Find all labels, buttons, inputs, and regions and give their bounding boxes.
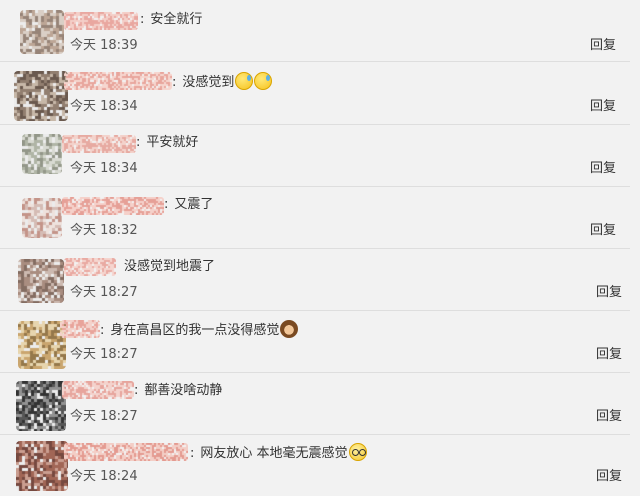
comment-text: : 网友放心 本地毫无震感觉 <box>190 443 367 463</box>
nickname[interactable] <box>60 320 100 338</box>
reply-button[interactable]: 回复 <box>596 284 622 302</box>
reply-button[interactable]: 回复 <box>590 37 616 55</box>
comment-row: 没感觉到地震了 今天 18:27 回复 <box>0 249 630 311</box>
comment-text: : 平安就好 <box>136 135 199 150</box>
comment-text: : 没感觉到 <box>172 72 273 92</box>
comment-row: : 网友放心 本地毫无震感觉 今天 18:24 回复 <box>0 435 630 496</box>
comment-row: : 身在高昌区的我一点没得感觉 今天 18:27 回复 <box>0 311 630 373</box>
avatar[interactable] <box>22 198 62 238</box>
comment-time: 今天 18:24 <box>70 469 138 484</box>
comment-row: : 平安就好 今天 18:34 回复 <box>0 125 630 187</box>
comment-text: : 鄯善没啥动静 <box>134 383 223 398</box>
nickname[interactable] <box>62 197 164 215</box>
reply-button[interactable]: 回复 <box>596 346 622 364</box>
sweat-face-icon <box>235 72 254 90</box>
avatar[interactable] <box>20 10 64 54</box>
comment-time: 今天 18:27 <box>70 285 138 300</box>
avatar[interactable] <box>18 321 66 369</box>
comment-time: 今天 18:34 <box>70 99 138 114</box>
comment-row: : 安全就行 今天 18:39 回复 <box>0 0 630 62</box>
reply-button[interactable]: 回复 <box>590 160 616 178</box>
comment-time: 今天 18:27 <box>70 409 138 424</box>
comment-row: : 又震了 今天 18:32 回复 <box>0 187 630 249</box>
nickname[interactable] <box>62 381 134 399</box>
sweat-face-icon <box>254 72 273 90</box>
avatar[interactable] <box>22 134 62 174</box>
comment-text: : 身在高昌区的我一点没得感觉 <box>100 320 299 340</box>
comment-time: 今天 18:32 <box>70 223 138 238</box>
comment-row: : 鄯善没啥动静 今天 18:27 回复 <box>0 373 630 435</box>
nickname[interactable] <box>64 258 116 276</box>
comment-row: : 没感觉到 今天 18:34 回复 <box>0 63 630 125</box>
see-no-evil-monkey-icon <box>280 320 299 338</box>
nickname[interactable] <box>62 135 136 153</box>
reply-button[interactable]: 回复 <box>596 468 622 486</box>
comment-text: : 又震了 <box>164 197 214 212</box>
comment-time: 今天 18:27 <box>70 347 138 362</box>
nickname[interactable] <box>64 12 138 30</box>
comment-text: : 安全就行 <box>140 12 203 27</box>
scroll-edge <box>630 0 640 496</box>
reply-button[interactable]: 回复 <box>590 222 616 240</box>
avatar[interactable] <box>14 71 68 121</box>
avatar[interactable] <box>16 441 68 491</box>
nickname[interactable] <box>64 443 188 461</box>
comment-time: 今天 18:34 <box>70 161 138 176</box>
nickname[interactable] <box>64 72 172 90</box>
comment-list: : 安全就行 今天 18:39 回复 : 没感觉到 今天 18:34 回复 : 平安就… <box>0 0 640 496</box>
reply-button[interactable]: 回复 <box>596 408 622 426</box>
glasses-face-icon <box>348 443 367 461</box>
avatar[interactable] <box>18 259 64 303</box>
comment-text: 没感觉到地震了 <box>124 259 216 274</box>
avatar[interactable] <box>16 381 66 431</box>
comment-time: 今天 18:39 <box>70 38 138 53</box>
reply-button[interactable]: 回复 <box>590 98 616 116</box>
